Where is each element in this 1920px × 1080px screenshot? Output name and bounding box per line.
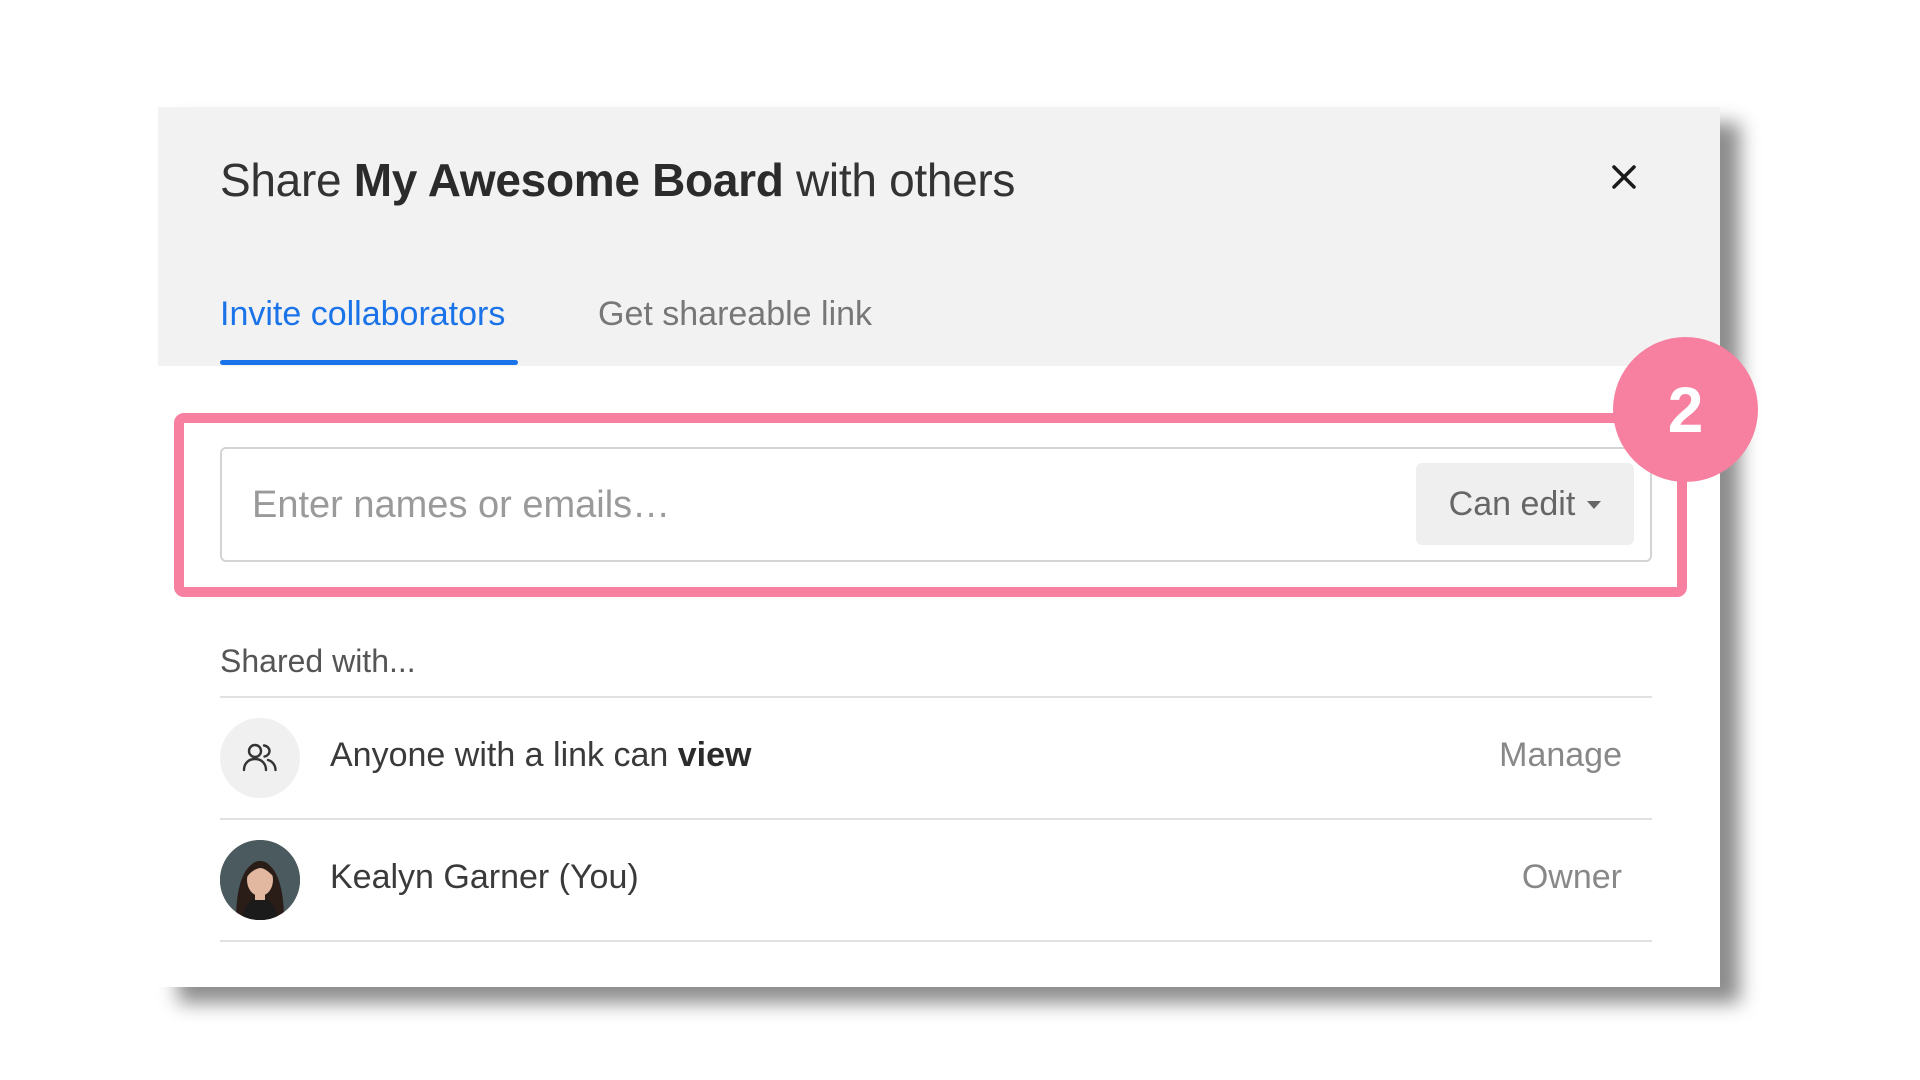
- tab-invite-collaborators[interactable]: Invite collaborators: [220, 295, 505, 334]
- dialog-header: Share My Awesome Board with others Invit…: [158, 107, 1720, 366]
- user-avatar-image: [220, 840, 300, 920]
- permission-dropdown[interactable]: Can edit: [1416, 463, 1634, 545]
- close-button[interactable]: [1604, 157, 1644, 197]
- active-tab-indicator: [220, 360, 518, 365]
- user-avatar: [220, 840, 300, 920]
- title-suffix: with others: [783, 154, 1016, 206]
- board-name: My Awesome Board: [353, 154, 784, 206]
- dialog-title: Share My Awesome Board with others: [220, 153, 1015, 207]
- link-access-text: Anyone with a link can view: [330, 736, 751, 775]
- permission-label: Can edit: [1448, 484, 1576, 523]
- owner-role: Owner: [1521, 858, 1622, 896]
- invite-row: Can edit: [220, 447, 1652, 562]
- link-access-level: view: [677, 736, 752, 774]
- title-prefix: Share: [220, 154, 354, 206]
- close-icon: [1612, 165, 1636, 189]
- caret-down-icon: [1587, 501, 1602, 509]
- manage-link[interactable]: Manage: [1499, 736, 1622, 775]
- divider: [220, 940, 1652, 942]
- step-badge: 2: [1613, 337, 1758, 482]
- people-icon: [242, 743, 277, 772]
- link-access-prefix: Anyone with a link can: [330, 736, 678, 774]
- people-icon-container: [220, 718, 300, 798]
- owner-name: Kealyn Garner (You): [330, 858, 639, 896]
- share-row-owner: Kealyn Garner (You) Owner: [220, 820, 1652, 940]
- share-row-link: Anyone with a link can view Manage: [220, 698, 1652, 818]
- share-dialog: Share My Awesome Board with others Invit…: [158, 107, 1758, 987]
- tab-get-shareable-link[interactable]: Get shareable link: [598, 295, 872, 334]
- shared-with-heading: Shared with...: [220, 643, 416, 679]
- invite-input[interactable]: [250, 467, 1400, 543]
